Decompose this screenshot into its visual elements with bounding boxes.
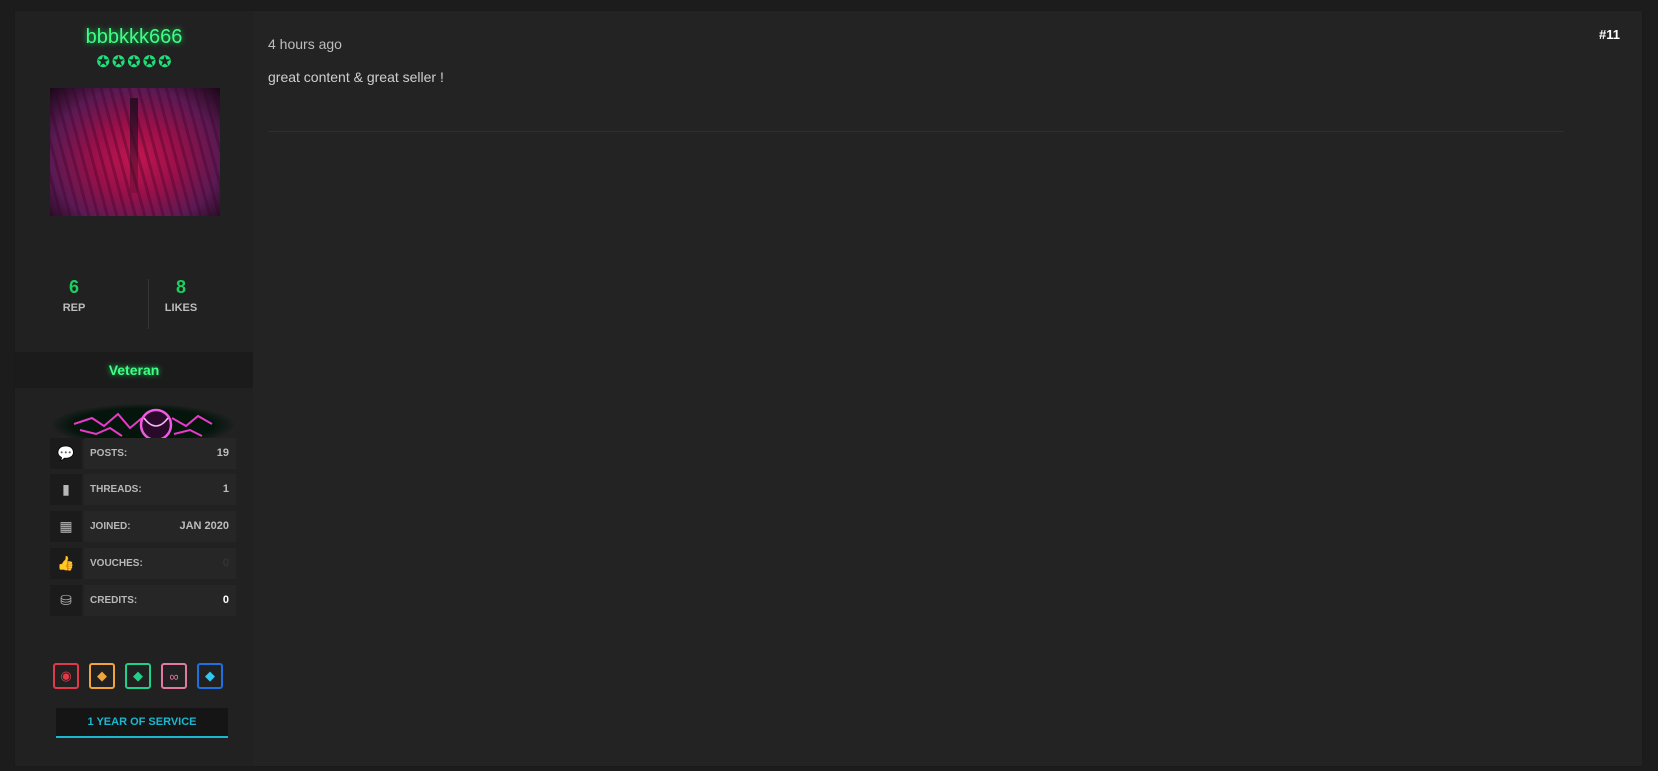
likes-label: LIKES [164,302,198,314]
info-label: POSTS: [90,448,128,459]
info-label: VOUCHES: [90,558,143,569]
user-rank: Veteran [15,352,253,388]
star-icon: ✪ [111,54,126,71]
post-timestamp[interactable]: 4 hours ago [268,36,342,52]
info-label: THREADS: [90,484,142,495]
green-diamond-badge-icon[interactable]: ◆ [125,663,151,689]
coins-icon: ⛁ [50,585,82,616]
post-number-link[interactable]: #11 [1599,27,1620,42]
info-row-posts: 💬 POSTS: 19 [50,438,236,469]
info-row-vouches: 👍 VOUCHES: 0 [50,548,236,579]
vouches-count[interactable]: 0 [223,548,229,579]
orange-diamond-badge-icon[interactable]: ◆ [89,663,115,689]
post-divider [268,131,1564,132]
user-sidebar: bbbkkk666 ✪ ✪ ✪ ✪ ✪ 6 REP 8 LIKES Veteran [15,11,253,766]
likes-stat[interactable]: 8 LIKES [122,277,240,314]
avatar[interactable] [50,88,220,216]
thumbs-up-icon: 👍 [50,548,82,579]
hacker-badge-icon[interactable]: ◉ [53,663,79,689]
username-link[interactable]: bbbkkk666 [15,26,253,49]
info-row-joined: ▦ JOINED: JAN 2020 [50,511,236,542]
badge-row: ◉ ◆ ◆ ∞ ◆ [53,663,239,693]
threads-count[interactable]: 1 [223,474,229,505]
info-row-credits: ⛁ CREDITS: 0 [50,585,236,616]
info-label: JOINED: [90,521,131,532]
star-icon: ✪ [127,54,141,71]
star-icon: ✪ [142,54,157,71]
info-label: CREDITS: [90,595,138,606]
likes-value: 8 [175,277,186,297]
credits-count[interactable]: 0 [223,585,229,616]
infinity-badge-icon[interactable]: ∞ [161,663,187,689]
book-icon: ▮ [50,474,82,505]
comments-icon: 💬 [50,438,82,469]
star-icon: ✪ [158,54,172,71]
service-award: 1 YEAR OF SERVICE [56,708,228,738]
user-stars: ✪ ✪ ✪ ✪ ✪ [15,54,253,72]
rep-label: REP [62,302,86,314]
star-icon: ✪ [96,54,110,71]
info-row-threads: ▮ THREADS: 1 [50,474,236,505]
rep-value: 6 [68,277,79,297]
blue-diamond-badge-icon[interactable]: ◆ [197,663,223,689]
joined-date: JAN 2020 [179,520,229,532]
posts-count[interactable]: 19 [217,438,229,469]
post-content: great content & great seller ! [268,69,444,85]
rep-stat[interactable]: 6 REP [15,277,133,314]
post-container: bbbkkk666 ✪ ✪ ✪ ✪ ✪ 6 REP 8 LIKES Veteran [14,10,1643,767]
calendar-icon: ▦ [50,511,82,542]
